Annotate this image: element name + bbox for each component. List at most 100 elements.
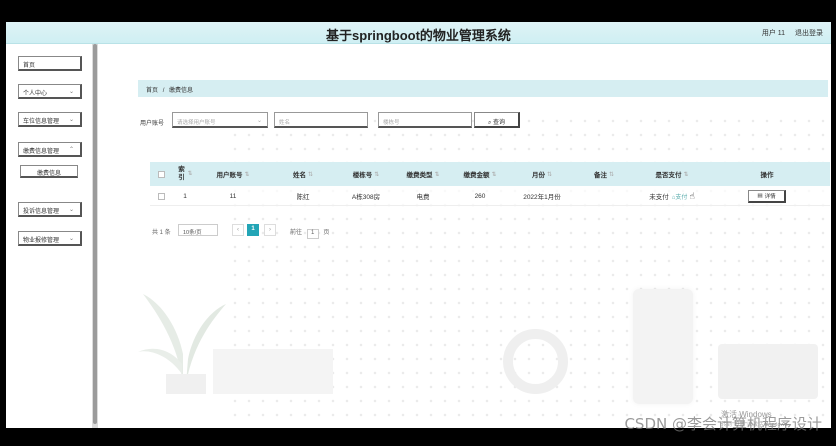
sort-icon: ⇅	[683, 171, 689, 178]
sort-icon: ⇅	[307, 171, 314, 178]
row-checkbox-cell[interactable]	[150, 186, 172, 206]
sort-icon: ⇅	[244, 171, 250, 178]
table-header: 索引 ⇅ 用户账号 ⇅ 姓名 ⇅ 楼栋号 ⇅ 缴费类型 ⇅ 缴费金额 ⇅ 月份 ⇅ 备注 ⇅ 是…	[150, 162, 830, 186]
cell-fee-type: 电费	[416, 194, 430, 201]
building-input-placeholder: 楼栋号	[383, 120, 400, 126]
sidebar-item-label: 投诉信息管理	[23, 209, 60, 215]
sort-icon: ⇅	[434, 171, 440, 178]
plant-decoration	[138, 294, 226, 394]
sidebar-scrollbar-thumb[interactable]	[93, 44, 97, 424]
column-header[interactable]: 备注 ⇅	[576, 162, 632, 186]
chevron-down-icon: ⌄	[68, 89, 74, 95]
sort-icon: ⇅	[491, 171, 497, 178]
background-decoration	[633, 289, 693, 404]
detail-button[interactable]: ▤ 详情	[748, 189, 786, 203]
sidebar-item-payment-management[interactable]: 缴费信息管理 ⌃	[18, 142, 82, 157]
column-header[interactable]: 用户账号 ⇅	[198, 162, 268, 186]
top-header: 基于springboot的物业管理系统 用户 11 退出登录	[6, 22, 831, 44]
sidebar-item-label: 物业报修管理	[23, 238, 60, 244]
hand-cursor-icon: ☝	[689, 190, 695, 201]
chevron-down-icon: ⌄	[68, 117, 74, 123]
row-checkbox[interactable]	[157, 192, 165, 200]
search-label-account: 用户账号	[140, 121, 165, 127]
sidebar-item-label: 个人中心	[23, 91, 48, 97]
column-header-actions: 操作	[760, 172, 774, 179]
app-title: 基于springboot的物业管理系统	[326, 28, 511, 43]
page-number-current[interactable]: 1	[247, 224, 259, 236]
background-decoration	[718, 344, 818, 399]
sidebar-item-home[interactable]: 首页	[18, 56, 82, 71]
column-header[interactable]: 楼栋号 ⇅	[338, 162, 394, 186]
user-name: 用户 11	[761, 30, 786, 37]
sort-icon: ⇅	[608, 171, 615, 178]
name-input[interactable]: 姓名	[274, 112, 368, 128]
account-select-placeholder: 请选择用户账号	[177, 120, 216, 126]
csdn-watermark: CSDN @李会计算机程序设计	[624, 415, 822, 433]
name-input-placeholder: 姓名	[279, 120, 291, 126]
column-header[interactable]: 缴费类型 ⇅	[394, 162, 452, 186]
chevron-down-icon: ⌄	[256, 118, 262, 124]
sort-icon: ⇅	[187, 171, 193, 177]
chevron-right-icon: ›	[269, 227, 271, 233]
logout-link[interactable]: 退出登录	[795, 30, 823, 37]
sidebar-item-label: 首页	[23, 63, 36, 69]
chevron-up-icon: ⌃	[68, 147, 74, 153]
cell-building: A栋308房	[351, 194, 381, 201]
sidebar-item-label: 缴费信息管理	[23, 149, 60, 155]
breadcrumb-separator: /	[162, 88, 165, 94]
cell-month: 2022年1月份	[523, 194, 561, 201]
breadcrumb-home[interactable]: 首页	[146, 88, 158, 94]
chevron-down-icon: ⌄	[68, 236, 74, 242]
sidebar-item-personal-center[interactable]: 个人中心 ⌄	[18, 84, 82, 99]
chevron-left-icon: ‹	[237, 227, 239, 233]
paid-status: 未支付	[649, 194, 669, 201]
cell-amount: 260	[474, 192, 486, 200]
column-header[interactable]: 是否支付 ⇅	[632, 162, 712, 186]
cell-account: 11	[229, 192, 237, 200]
query-button[interactable]: ⌕ 查询	[474, 112, 520, 128]
goto-page-input[interactable]: 1	[306, 229, 319, 239]
select-all-checkbox-cell[interactable]	[150, 162, 172, 186]
breadcrumb: 首页 / 缴费信息	[138, 80, 828, 97]
search-icon: ⌕	[487, 120, 492, 126]
cell-paid: 未支付 ⌂支付 ☝	[632, 186, 712, 206]
sidebar-item-label: 车位信息管理	[23, 119, 60, 125]
window-frame: 基于springboot的物业管理系统 用户 11 退出登录 首页 个人中心 ⌄…	[0, 0, 836, 446]
select-all-checkbox[interactable]	[157, 170, 165, 178]
cell-remark	[576, 186, 632, 206]
prev-page-button[interactable]: ‹	[232, 224, 244, 236]
sidebar-item-complaints[interactable]: 投诉信息管理 ⌄	[18, 202, 82, 217]
cell-index: 1	[183, 192, 187, 200]
cell-name: 陈红	[296, 194, 310, 201]
column-header[interactable]: 索引 ⇅	[172, 162, 198, 186]
sort-icon: ⇅	[374, 171, 380, 178]
query-button-label: 查询	[493, 120, 506, 126]
pay-link[interactable]: ⌂支付	[672, 192, 688, 201]
column-header[interactable]: 姓名 ⇅	[268, 162, 338, 186]
main-content: 首页 / 缴费信息 用户账号 请选择用户账号 ⌄ 姓名 楼栋号 ⌕ 查询 索引 …	[98, 44, 831, 428]
pagination-total: 共 1 条	[152, 230, 171, 236]
sidebar-subitem-payment-info[interactable]: 缴费信息	[20, 165, 78, 178]
table-row: 1 11 陈红 A栋308房 电费 260 2022年1月份 未支付 ⌂支付 ☝	[150, 186, 830, 206]
user-area: 用户 11 退出登录	[754, 28, 823, 38]
account-select[interactable]: 请选择用户账号 ⌄	[172, 112, 268, 128]
sidebar-item-repairs[interactable]: 物业报修管理 ⌄	[18, 231, 82, 246]
pagination-goto: 前往 1 页	[290, 227, 329, 239]
chevron-down-icon: ⌄	[68, 207, 74, 213]
column-header[interactable]: 月份 ⇅	[508, 162, 576, 186]
cell-actions: ▤ 详情	[712, 186, 822, 206]
sidebar-item-label: 缴费信息	[36, 171, 61, 177]
background-decoration	[213, 349, 333, 394]
detail-button-label: 详情	[764, 193, 776, 200]
page-size-select[interactable]: 10条/页	[178, 224, 218, 236]
document-icon: ▤	[757, 192, 763, 199]
next-page-button[interactable]: ›	[264, 224, 276, 236]
sidebar: 首页 个人中心 ⌄ 车位信息管理 ⌄ 缴费信息管理 ⌃ 缴费信息 投诉信息管理 …	[6, 44, 94, 428]
building-input[interactable]: 楼栋号	[378, 112, 472, 128]
background-decoration	[503, 329, 568, 394]
app-screen: 基于springboot的物业管理系统 用户 11 退出登录 首页 个人中心 ⌄…	[6, 22, 831, 428]
column-header[interactable]: 缴费金额 ⇅	[452, 162, 508, 186]
sidebar-item-parking[interactable]: 车位信息管理 ⌄	[18, 112, 82, 127]
breadcrumb-current: 缴费信息	[169, 88, 194, 94]
sort-icon: ⇅	[546, 171, 553, 178]
